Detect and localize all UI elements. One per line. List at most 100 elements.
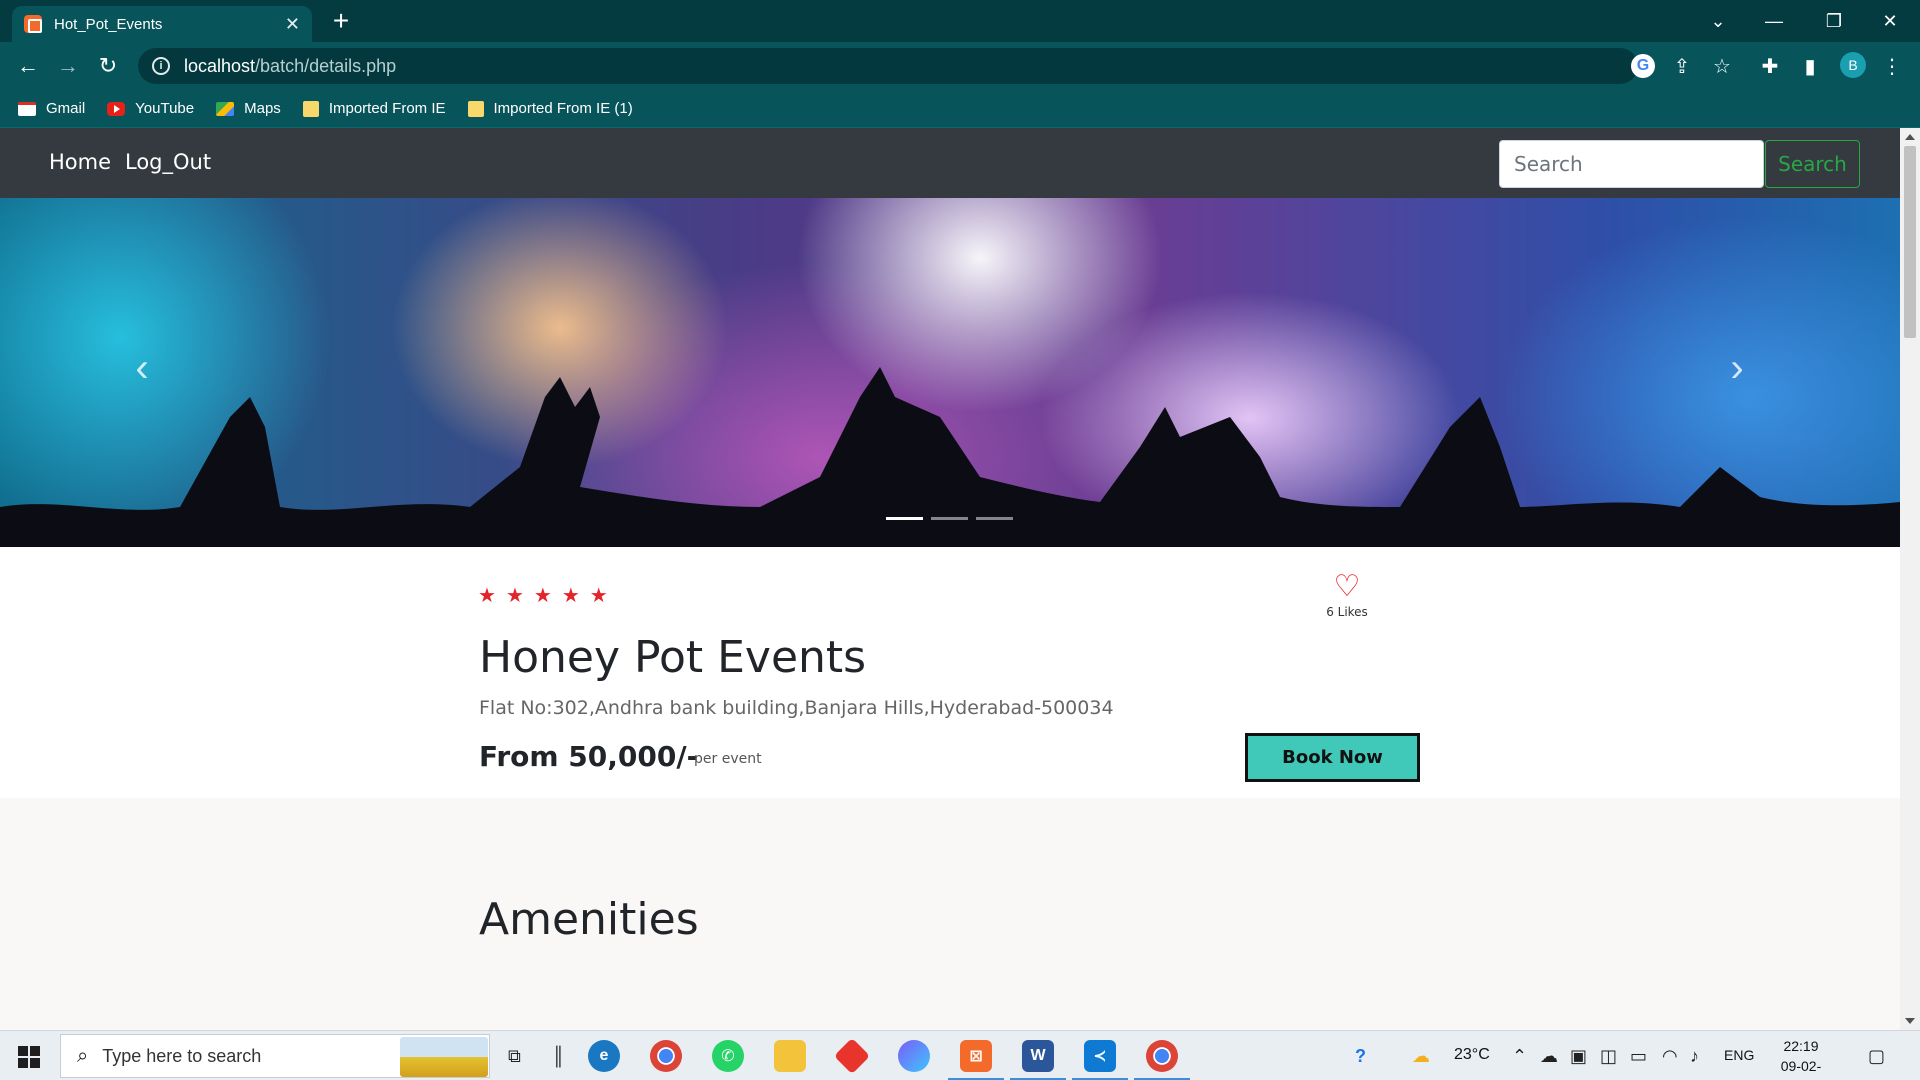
address-bar-row: ← → ↻ i localhost/batch/details.php G ⇪ … xyxy=(0,42,1920,90)
input-language[interactable]: ENG xyxy=(1724,1047,1754,1063)
profile-avatar[interactable]: B xyxy=(1840,52,1866,78)
word-icon[interactable]: W xyxy=(1010,1040,1066,1080)
omnibox[interactable]: i localhost/batch/details.php xyxy=(138,48,1638,84)
clock-time: 22:19 xyxy=(1783,1038,1819,1054)
site-info-icon[interactable]: i xyxy=(152,57,170,75)
clock-date: 09-02-2023 xyxy=(1780,1058,1822,1080)
notifications-icon[interactable]: ▢ xyxy=(1868,1046,1885,1067)
vscode-icon[interactable]: ≺ xyxy=(1072,1040,1128,1080)
bookmarks-bar: Gmail YouTube Maps Imported From IE Impo… xyxy=(0,90,1920,128)
copilot-icon[interactable] xyxy=(898,1040,930,1072)
chrome-icon[interactable] xyxy=(650,1040,682,1072)
folder-icon xyxy=(467,100,484,117)
onedrive-icon[interactable]: ☁ xyxy=(1540,1046,1558,1067)
scroll-up-arrow-icon[interactable] xyxy=(1905,134,1915,140)
new-tab-button[interactable]: + xyxy=(326,6,356,36)
bookmark-label: YouTube xyxy=(135,100,195,117)
carousel-indicator[interactable] xyxy=(886,517,923,520)
battery-icon[interactable]: ▭ xyxy=(1630,1046,1647,1067)
back-button[interactable]: ← xyxy=(12,50,44,82)
separator-divider: ║ xyxy=(552,1046,565,1066)
youtube-icon xyxy=(107,101,126,116)
minimize-button[interactable]: — xyxy=(1746,0,1802,42)
browser-tab[interactable]: Hot_Pot_Events ✕ xyxy=(12,6,312,42)
bookmark-gmail[interactable]: Gmail xyxy=(18,100,85,117)
search-button[interactable]: Search xyxy=(1765,140,1860,188)
heart-icon[interactable]: ♡ xyxy=(1317,572,1377,602)
like-count: 6 Likes xyxy=(1326,605,1368,619)
device-icon[interactable]: ◫ xyxy=(1600,1046,1617,1067)
volume-icon[interactable]: ♪ xyxy=(1690,1046,1699,1067)
search-highlight-image xyxy=(400,1037,488,1077)
carousel-next-chevron-icon[interactable]: › xyxy=(1717,348,1757,388)
like-button[interactable]: ♡ 6 Likes xyxy=(1317,572,1377,620)
site-navbar: Home Log_Out Search xyxy=(0,128,1900,198)
price-unit: per event xyxy=(694,751,762,767)
taskbar-search-placeholder: Type here to search xyxy=(102,1045,262,1066)
forward-button[interactable]: → xyxy=(52,50,84,82)
anydesk-icon[interactable] xyxy=(833,1037,871,1075)
close-tab-icon[interactable]: ✕ xyxy=(285,14,300,35)
page-viewport: Home Log_Out Search ‹ › ★ ★ ★ ★ ★ ♡ 6 Likes … xyxy=(0,128,1900,1030)
url-path: /batch/details.php xyxy=(255,55,397,76)
close-window-button[interactable]: ✕ xyxy=(1862,0,1918,42)
nav-logout-link[interactable]: Log_Out xyxy=(125,150,211,174)
bookmark-label: Gmail xyxy=(46,100,86,117)
xampp-favicon-icon xyxy=(24,15,42,33)
star-icon: ★ xyxy=(589,585,608,607)
task-view-icon[interactable]: ⧉ xyxy=(508,1046,521,1067)
bookmark-label: Imported From IE xyxy=(328,100,446,117)
carousel-indicator[interactable] xyxy=(976,517,1013,520)
carousel-indicator[interactable] xyxy=(931,517,968,520)
bookmark-folder-imported-ie-1[interactable]: Imported From IE (1) xyxy=(467,100,633,117)
windows-taskbar: ⌕ Type here to search ⧉ ║ e ✆ ⊠ W ≺ ? ☁ … xyxy=(0,1030,1920,1080)
chrome-profile-icon[interactable] xyxy=(1134,1040,1190,1080)
nav-home-link[interactable]: Home xyxy=(49,150,111,174)
scroll-down-arrow-icon[interactable] xyxy=(1905,1018,1915,1024)
meet-now-icon[interactable]: ▣ xyxy=(1570,1046,1587,1067)
restore-button[interactable]: ❐ xyxy=(1806,0,1862,42)
maps-icon xyxy=(216,101,235,116)
carousel-indicators xyxy=(886,517,1013,520)
url-host: localhost xyxy=(184,55,256,76)
reload-button[interactable]: ↻ xyxy=(92,50,124,82)
weather-temperature[interactable]: 23°C xyxy=(1454,1046,1490,1064)
system-clock[interactable]: 22:19 09-02-2023 xyxy=(1766,1036,1836,1080)
book-now-button[interactable]: Book Now xyxy=(1245,733,1420,782)
page-scrollbar[interactable] xyxy=(1900,128,1920,1030)
xampp-icon[interactable]: ⊠ xyxy=(948,1040,1004,1080)
carousel-prev-chevron-icon[interactable]: ‹ xyxy=(122,348,162,388)
help-icon[interactable]: ? xyxy=(1355,1046,1366,1067)
venue-name: Honey Pot Events xyxy=(479,632,867,683)
star-icon: ★ xyxy=(533,585,552,607)
file-explorer-icon[interactable] xyxy=(774,1040,806,1072)
browser-tab-strip: Hot_Pot_Events ✕ + ⌄ — ❐ ✕ xyxy=(0,0,1920,42)
scrollbar-thumb[interactable] xyxy=(1904,146,1916,338)
wifi-icon[interactable]: ◠ xyxy=(1662,1046,1678,1067)
weather-icon[interactable]: ☁ xyxy=(1412,1046,1430,1067)
extensions-puzzle-icon[interactable]: ✚ xyxy=(1758,54,1782,78)
bookmark-maps[interactable]: Maps xyxy=(216,100,281,117)
show-hidden-icons-chevron-icon[interactable]: ⌃ xyxy=(1512,1046,1527,1067)
bookmark-label: Imported From IE (1) xyxy=(493,100,633,117)
browser-menu-icon[interactable]: ⋮ xyxy=(1880,54,1904,78)
whatsapp-icon[interactable]: ✆ xyxy=(712,1040,744,1072)
bookmark-label: Maps xyxy=(244,100,281,117)
star-rating: ★ ★ ★ ★ ★ xyxy=(478,583,608,608)
venue-details: ★ ★ ★ ★ ★ ♡ 6 Likes Honey Pot Events Flat No… xyxy=(0,547,1900,798)
side-panel-icon[interactable]: ▮ xyxy=(1798,54,1822,78)
tab-title: Hot_Pot_Events xyxy=(54,15,163,33)
bookmark-star-icon[interactable]: ☆ xyxy=(1710,54,1734,78)
star-icon: ★ xyxy=(478,585,496,607)
edge-icon[interactable]: e xyxy=(588,1040,620,1072)
search-input[interactable] xyxy=(1499,140,1764,188)
tab-search-chevron-icon[interactable]: ⌄ xyxy=(1690,0,1746,42)
google-lens-icon[interactable]: G xyxy=(1631,54,1655,78)
bookmark-folder-imported-ie[interactable]: Imported From IE xyxy=(302,100,446,117)
gmail-icon xyxy=(18,101,36,116)
venue-address: Flat No:302,Andhra bank building,Banjara… xyxy=(479,697,1114,719)
bookmark-youtube[interactable]: YouTube xyxy=(107,100,194,117)
venue-price: From 50,000/- xyxy=(479,740,699,773)
share-icon[interactable]: ⇪ xyxy=(1670,54,1694,78)
windows-start-icon[interactable] xyxy=(18,1046,40,1068)
